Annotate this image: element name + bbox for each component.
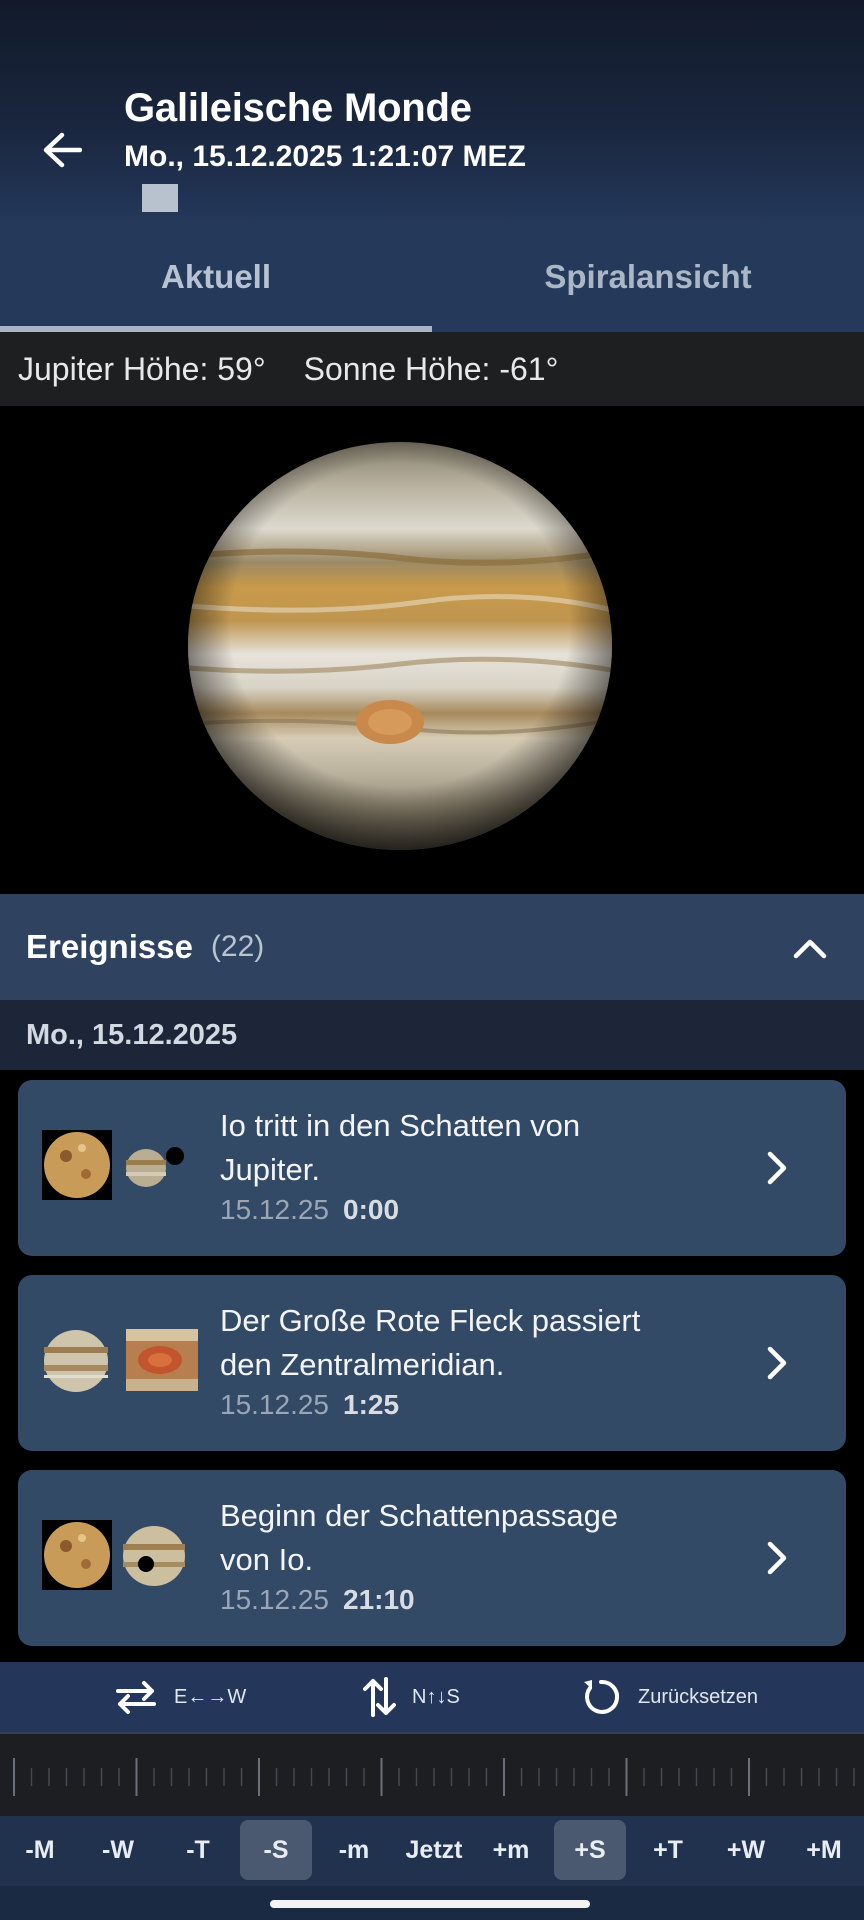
event-datetime: 15.12.25 1:25: [220, 1389, 720, 1421]
app-header: Galileische Monde Mo., 15.12.2025 1:21:0…: [0, 0, 864, 222]
event-description-line: von Io.: [220, 1542, 314, 1577]
flip-ns-button[interactable]: N↑↓S: [362, 1662, 460, 1732]
event-description-line: Der Große Rote Fleck passiert: [220, 1303, 641, 1338]
shadow-transit-icon: [123, 1526, 185, 1586]
render-artifact: [142, 184, 178, 212]
event-description-line: den Zentralmeridian.: [220, 1347, 505, 1382]
event-card[interactable]: Der Große Rote Fleck passiert den Zentra…: [18, 1275, 846, 1451]
step-minus-minute-button[interactable]: -m: [318, 1820, 390, 1880]
page-subtitle-datetime: Mo., 15.12.2025 1:21:07 MEZ: [124, 140, 526, 173]
step-plus-day-button[interactable]: +T: [632, 1820, 704, 1880]
time-scrubber-ticks: [13, 1758, 855, 1796]
flip-ew-button[interactable]: E←→W: [114, 1662, 246, 1732]
time-step-bar: -M -W -T -S -m Jetzt +m +S +T +W +M: [0, 1816, 864, 1886]
event-card-icons: [44, 1329, 198, 1392]
event-time: 1:25: [343, 1389, 400, 1420]
event-card-text: Der Große Rote Fleck passiert den Zentra…: [220, 1299, 720, 1421]
event-time: 0:00: [343, 1194, 400, 1225]
home-gesture-bar[interactable]: [270, 1900, 590, 1908]
step-minus-week-button[interactable]: -W: [84, 1820, 152, 1880]
jupiter-shadow-icon: [126, 1147, 184, 1187]
flip-ew-label: E←→W: [174, 1685, 247, 1708]
step-plus-minute-button[interactable]: +m: [478, 1820, 544, 1880]
chevron-right-icon: [767, 1541, 787, 1575]
events-date-heading: Mo., 15.12.2025: [0, 1000, 864, 1070]
event-card-icons: [42, 1130, 184, 1200]
time-scrubber[interactable]: [0, 1732, 864, 1816]
step-plus-month-button[interactable]: +M: [788, 1820, 860, 1880]
back-button[interactable]: [36, 124, 88, 176]
event-card-icons: [42, 1520, 185, 1590]
step-plus-hour-button[interactable]: +S: [554, 1820, 626, 1880]
event-card-text: Io tritt in den Schatten von Jupiter. 15…: [220, 1104, 720, 1226]
sun-altitude: Sonne Höhe: -61°: [303, 350, 559, 387]
step-minus-month-button[interactable]: -M: [6, 1820, 74, 1880]
event-date: 15.12.25: [220, 1584, 329, 1615]
swap-horizontal-icon: [116, 1681, 156, 1714]
event-description: Beginn der Schattenpassage von Io.: [220, 1494, 720, 1582]
swap-vertical-icon: [363, 1677, 396, 1717]
tab-aktuell[interactable]: Aktuell: [0, 222, 432, 332]
event-card[interactable]: Beginn der Schattenpassage von Io. 15.12…: [18, 1470, 846, 1646]
page-title: Galileische Monde: [124, 86, 472, 130]
chevron-right-icon: [767, 1346, 787, 1380]
events-list: Io tritt in den Schatten von Jupiter. 15…: [0, 1070, 864, 1662]
events-count: (22): [210, 930, 265, 963]
event-date: 15.12.25: [220, 1389, 329, 1420]
chevron-up-icon: [793, 939, 827, 959]
jupiter-icon: [44, 1330, 108, 1392]
reset-button[interactable]: Zurücksetzen: [580, 1662, 758, 1732]
io-moon-icon: [42, 1130, 112, 1200]
chevron-right-icon: [767, 1151, 787, 1185]
step-minus-hour-button[interactable]: -S: [240, 1820, 312, 1880]
jupiter-altitude: Jupiter Höhe: 59°: [18, 350, 266, 387]
view-controls: E←→W N↑↓S Zurücksetzen: [0, 1662, 864, 1732]
event-date: 15.12.25: [220, 1194, 329, 1225]
event-description: Der Große Rote Fleck passiert den Zentra…: [220, 1299, 720, 1387]
event-description: Io tritt in den Schatten von Jupiter.: [220, 1104, 720, 1192]
step-minus-day-button[interactable]: -T: [162, 1820, 234, 1880]
event-description-line: Beginn der Schattenpassage: [220, 1498, 619, 1533]
event-card-text: Beginn der Schattenpassage von Io. 15.12…: [220, 1494, 720, 1616]
collapse-button[interactable]: [782, 920, 838, 976]
arrow-left-icon: [43, 132, 82, 168]
tab-bar: Aktuell Spiralansicht: [0, 222, 864, 332]
system-nav-bar: [0, 1886, 864, 1920]
flip-ns-label: N↑↓S: [412, 1685, 460, 1708]
io-moon-icon: [42, 1520, 112, 1590]
jupiter-view[interactable]: [0, 406, 864, 894]
jupiter-image: [188, 442, 612, 850]
event-description-line: Jupiter.: [220, 1152, 320, 1187]
now-button[interactable]: Jetzt: [394, 1820, 474, 1880]
event-description-line: Io tritt in den Schatten von: [220, 1108, 581, 1143]
event-card[interactable]: Io tritt in den Schatten von Jupiter. 15…: [18, 1080, 846, 1256]
step-plus-week-button[interactable]: +W: [710, 1820, 782, 1880]
events-section-header[interactable]: Ereignisse (22): [0, 894, 864, 1000]
events-title: Ereignisse: [26, 928, 193, 965]
altitude-bar: Jupiter Höhe: 59° Sonne Höhe: -61°: [0, 332, 864, 406]
event-datetime: 15.12.25 0:00: [220, 1194, 720, 1226]
reset-icon: [584, 1679, 620, 1714]
tab-spiralansicht[interactable]: Spiralansicht: [432, 222, 864, 332]
event-time: 21:10: [343, 1584, 415, 1615]
reset-label: Zurücksetzen: [638, 1685, 759, 1708]
great-red-spot-icon: [126, 1329, 198, 1391]
event-datetime: 15.12.25 21:10: [220, 1584, 720, 1616]
